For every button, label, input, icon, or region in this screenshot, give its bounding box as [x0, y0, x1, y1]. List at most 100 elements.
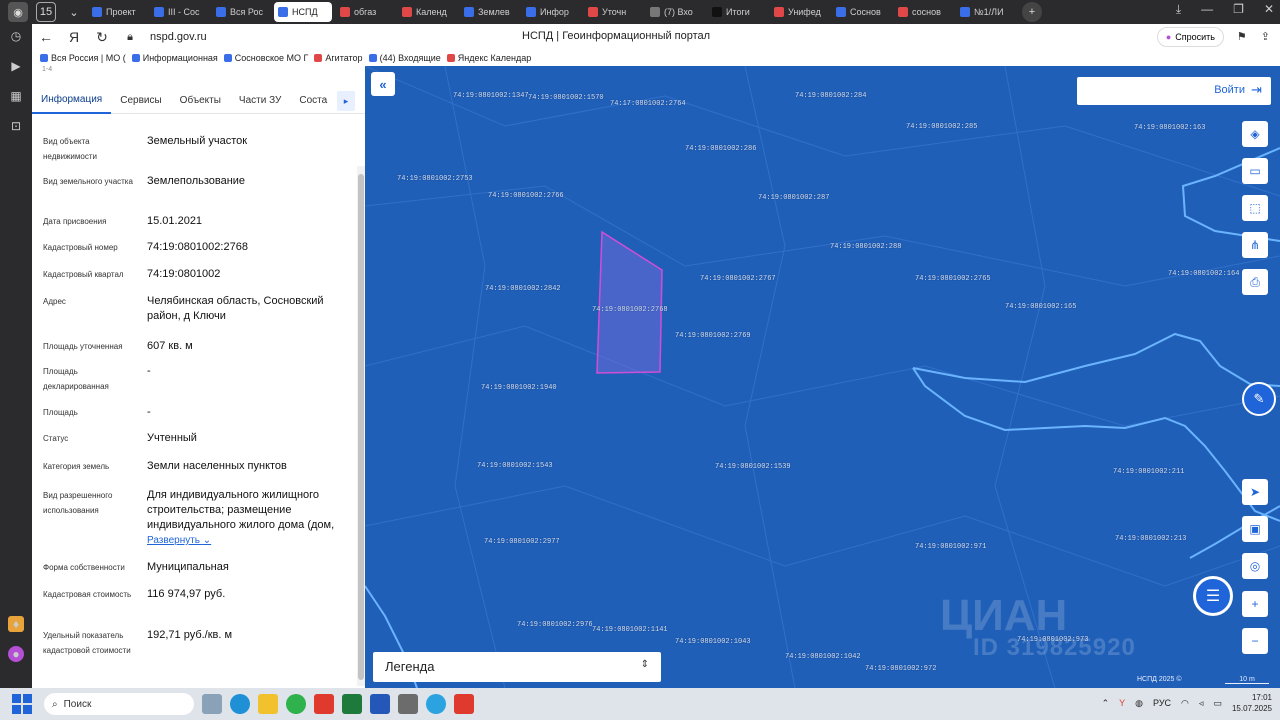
parcel-label[interactable]: 74:19:0801002:2767: [700, 275, 776, 283]
panel-tab[interactable]: Информация: [32, 88, 112, 114]
login-button[interactable]: Войти ⇥: [1077, 77, 1271, 105]
extension-icon[interactable]: ♦: [8, 616, 24, 632]
play-icon[interactable]: ▶: [8, 58, 24, 74]
parcel-label[interactable]: 74:19:0801002:1543: [477, 462, 553, 470]
bookmark-item[interactable]: Яндекс Календар: [446, 53, 531, 63]
browser-tab[interactable]: Уточн: [584, 2, 642, 22]
parcel-label[interactable]: 74:19:0801002:2753: [397, 175, 473, 183]
share-icon[interactable]: ⋔: [1242, 232, 1268, 258]
volume-icon[interactable]: ◃: [1199, 698, 1204, 709]
browser-tab[interactable]: НСПД: [274, 2, 332, 22]
zoom-out-icon[interactable]: −: [1242, 628, 1268, 654]
parcel-label[interactable]: 74:19:0801002:2769: [675, 332, 751, 340]
browser-tab[interactable]: Землев: [460, 2, 518, 22]
bookmark-icon[interactable]: ⚑: [1237, 30, 1247, 43]
parcel-label[interactable]: 74:19:0801002:1570: [528, 94, 604, 102]
downloads-icon[interactable]: ⤓: [1176, 2, 1181, 17]
browser-tab[interactable]: (7) Вхо: [646, 2, 704, 22]
tray-yandex-icon[interactable]: Y: [1119, 698, 1125, 708]
minimize-icon[interactable]: —: [1201, 2, 1213, 17]
tabs-scroll-right-icon[interactable]: ▸: [337, 91, 355, 111]
tab-count-badge[interactable]: 15: [36, 2, 56, 22]
tray-chevron-icon[interactable]: ⌃: [1102, 698, 1110, 709]
ruler-icon[interactable]: ▭: [1242, 158, 1268, 184]
browser-tab[interactable]: Вся Рос: [212, 2, 270, 22]
bookmark-item[interactable]: Информационная: [131, 53, 218, 63]
parcel-label[interactable]: 74:19:0801002:287: [758, 194, 829, 202]
parcel-label[interactable]: 74:19:0801002:165: [1005, 303, 1076, 311]
locate-icon[interactable]: ➤: [1242, 479, 1268, 505]
taskbar-search[interactable]: ⌕ Поиск: [44, 693, 194, 715]
parcel-label[interactable]: 74:19:0801002:1042: [785, 653, 861, 661]
parcel-label[interactable]: 74:19:0801002:2976: [517, 621, 593, 629]
parcel-label[interactable]: 74:19:0801002:2765: [915, 275, 991, 283]
legend-dropdown[interactable]: Легенда ⇕: [373, 652, 661, 682]
parcel-label[interactable]: 74:19:0801002:285: [906, 123, 977, 131]
bookmark-item[interactable]: Сосновское МО Г: [223, 53, 308, 63]
geo-pin-icon[interactable]: ◎: [1242, 553, 1268, 579]
browser-tab[interactable]: III - Сос: [150, 2, 208, 22]
chat-icon[interactable]: ☰: [1193, 576, 1233, 616]
lock-icon[interactable]: 🔒︎: [116, 31, 144, 44]
screenshot-icon[interactable]: ⊡: [8, 118, 24, 134]
ask-button[interactable]: ● Спросить: [1156, 27, 1224, 47]
parcel-label[interactable]: 74:19:0801002:1347: [453, 92, 529, 100]
browser-tab[interactable]: №1/ЛИ: [956, 2, 1014, 22]
panel-tab[interactable]: Части ЗУ: [230, 88, 290, 114]
browser-tab[interactable]: Итоги: [708, 2, 766, 22]
file-explorer-icon[interactable]: [258, 694, 278, 714]
reload-icon[interactable]: ↻: [88, 29, 116, 46]
parcel-label[interactable]: 74:19:0801002:211: [1113, 468, 1184, 476]
parcel-label[interactable]: 74:19:0801002:1043: [675, 638, 751, 646]
chevron-down-icon[interactable]: ⌄: [64, 2, 84, 22]
parcel-label[interactable]: 74:19:0801002:163: [1134, 124, 1205, 132]
wifi-icon[interactable]: ◠: [1181, 698, 1189, 709]
selected-parcel[interactable]: [596, 230, 663, 374]
panel-tab[interactable]: Соста: [290, 88, 336, 114]
browser-tab[interactable]: Соснов: [832, 2, 890, 22]
browser-tab[interactable]: Инфор: [522, 2, 580, 22]
parcel-label[interactable]: 74:19:0801002:972: [865, 665, 936, 673]
parcel-label[interactable]: 74:19:0801002:2977: [484, 538, 560, 546]
battery-icon[interactable]: ▭: [1213, 698, 1222, 709]
parcel-label[interactable]: 74:19:0801002:971: [915, 543, 986, 551]
excel-icon[interactable]: [342, 694, 362, 714]
panel-tab[interactable]: Объекты: [171, 88, 230, 114]
calendar-icon[interactable]: ▦: [8, 88, 24, 104]
parcel-label[interactable]: 74:19:0801002:284: [795, 92, 866, 100]
parcel-label[interactable]: 74:19:0801002:2768: [592, 306, 668, 314]
new-tab-icon[interactable]: +: [1022, 2, 1042, 22]
panel-tab[interactable]: Сервисы: [111, 88, 170, 114]
share-icon[interactable]: ⇪: [1261, 30, 1270, 43]
parcel-label[interactable]: 74:17:0801002:2764: [610, 100, 686, 108]
bookmark-item[interactable]: Агитатор: [314, 53, 363, 63]
parcel-label[interactable]: 74:19:0801002:164: [1168, 270, 1239, 278]
close-icon[interactable]: ✕: [1264, 2, 1274, 17]
parcel-label[interactable]: 74:19:0801002:213: [1115, 535, 1186, 543]
browser-tab[interactable]: Проект: [88, 2, 146, 22]
tray-app-icon[interactable]: ◍: [1135, 698, 1143, 709]
edge-icon[interactable]: [230, 694, 250, 714]
bookmark-item[interactable]: Вся Россия | МО (: [40, 53, 126, 63]
parcel-label[interactable]: 74:19:0801002:1141: [592, 626, 668, 634]
parcel-label[interactable]: 74:19:0801002:1539: [715, 463, 791, 471]
windows-start-icon[interactable]: [12, 694, 32, 714]
print-icon[interactable]: ⎙: [1242, 269, 1268, 295]
panel-scrollbar-thumb[interactable]: [358, 174, 364, 680]
info-row-value[interactable]: 74:19:0801002:2768: [147, 240, 349, 255]
printer-app-icon[interactable]: [398, 694, 418, 714]
collapse-panel-button[interactable]: «: [371, 72, 395, 96]
info-row-value[interactable]: 74:19:0801002: [147, 267, 349, 282]
restore-icon[interactable]: ❐: [1233, 2, 1244, 17]
parcel-label[interactable]: 74:19:0801002:2766: [488, 192, 564, 200]
language-indicator[interactable]: РУС: [1153, 698, 1171, 708]
layers-icon[interactable]: ◈: [1242, 121, 1268, 147]
feedback-icon[interactable]: ✎: [1242, 382, 1276, 416]
alice-icon[interactable]: ●: [8, 646, 24, 662]
browser-tab[interactable]: Унифед: [770, 2, 828, 22]
history-icon[interactable]: ◷: [8, 28, 24, 44]
yandex-icon[interactable]: Я: [60, 29, 88, 45]
expand-link[interactable]: Развернуть ⌄: [147, 535, 211, 546]
url-field[interactable]: nspd.gov.ru: [150, 31, 207, 43]
word-icon[interactable]: [370, 694, 390, 714]
